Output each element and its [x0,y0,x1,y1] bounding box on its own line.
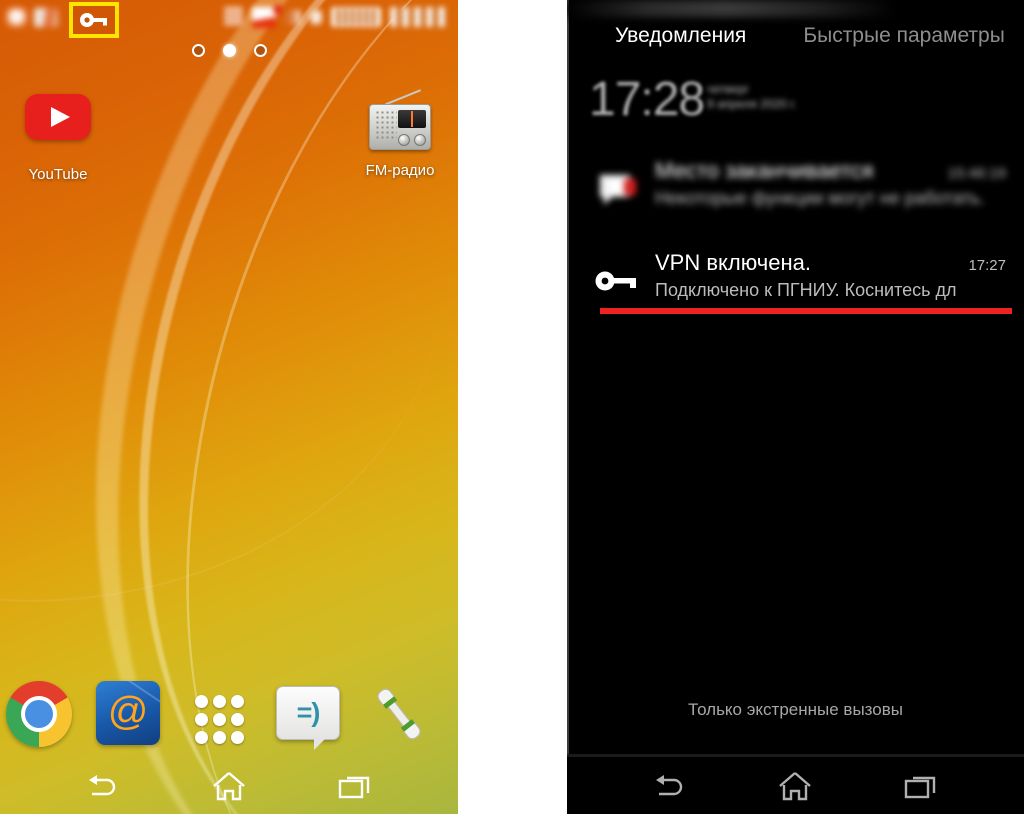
notification-title-row: VPN включена. 17:27 [655,250,1010,276]
blurred-icon-5 [285,9,301,25]
app-youtube[interactable]: YouTube [2,84,114,183]
app-label-youtube: YouTube [28,166,88,183]
home-icon [213,771,245,800]
blurred-icon-3 [224,7,243,27]
right-navigation-bar [567,757,1024,814]
dock-item-app-drawer[interactable] [186,681,256,751]
home-dock: @ =) [0,673,458,757]
notification-icon-wrap [581,152,655,228]
right-phone-notification-shade: Уведомления Быстрые параметры 17:28 четв… [567,0,1024,814]
page-indicator [0,44,458,57]
notification-icon-wrap [581,244,655,318]
home-icon [779,771,812,800]
back-icon [655,774,683,795]
notification-time: 15:46:19 [947,165,1006,182]
status-bar-right-icons [224,4,452,28]
notification-vpn[interactable]: VPN включена. 17:27 Подключено к ПГНИУ. … [567,244,1024,318]
page-dot-3[interactable] [253,44,267,57]
fm-radio-icon [367,89,433,156]
dock-item-phone[interactable] [366,681,436,751]
recents-icon [338,776,370,798]
status-bar-left-icons [6,7,58,27]
youtube-icon [25,94,91,160]
back-icon [89,774,116,795]
vpn-status-icon-highlight [69,2,119,38]
shade-clock-time: 17:28 [589,73,705,126]
notification-subtitle: Подключено к ПГНИУ. Коснитесь дл [655,280,957,300]
recents-icon [904,776,936,798]
screenshot-root: YouTube FM-радио @ =) Уведомления Быстры… [0,0,1024,814]
app-drawer-icon [186,681,252,747]
shade-date-full: 9 апреля 2020 г. [707,97,797,111]
home-button[interactable] [767,767,823,805]
notification-subtitle: Некоторые функции могут не работать. [655,188,985,208]
messaging-face-label: =) [296,697,321,728]
home-button[interactable] [201,767,257,805]
chrome-icon [6,681,72,747]
app-label-fm-radio: FM-радио [365,162,435,179]
shade-clock-block: 17:28 четверг 9 апреля 2020 г. [589,73,796,126]
dock-item-chrome[interactable] [6,681,76,751]
shade-clock-date: четверг 9 апреля 2020 г. [707,82,796,112]
emergency-calls-status: Только экстренные вызовы [688,700,903,719]
recents-button[interactable] [327,767,383,805]
notification-time: 17:27 [968,257,1006,274]
blurred-icon-6 [310,9,322,25]
phone-icon [377,688,421,740]
tab-quick-settings[interactable]: Быстрые параметры [803,24,1005,48]
battery-icon [331,7,381,27]
notification-title: Место заканчивается [655,158,874,183]
page-dot-2-active[interactable] [222,44,236,57]
status-bar-clock [390,7,448,27]
messaging-icon: =) [276,686,340,750]
notification-body: VPN включена. 17:27 Подключено к ПГНИУ. … [655,244,1010,318]
back-button[interactable] [642,767,698,805]
left-navigation-bar [0,757,458,814]
annotation-red-underline [600,308,1012,314]
notification-title: VPN включена. [655,250,811,275]
dock-item-messaging[interactable]: =) [276,681,346,751]
app-fm-radio[interactable]: FM-радио [344,84,456,179]
page-dot-1[interactable] [191,44,205,57]
key-icon [595,271,636,291]
back-button[interactable] [75,767,131,805]
blurred-icon-2 [34,7,58,27]
shade-left-edge [567,0,569,814]
tab-notifications[interactable]: Уведомления [615,24,746,48]
shade-date-weekday: четверг [707,82,750,96]
left-phone-home-screen: YouTube FM-радио @ =) [0,0,458,814]
shade-tabs: Уведомления Быстрые параметры [567,14,1024,58]
dock-item-email[interactable]: @ [96,681,166,751]
blurred-icon-1 [6,7,27,27]
notification-body: Место заканчивается 15:46:19 Некоторые ф… [655,152,1010,228]
home-app-row: YouTube FM-радио [0,84,458,183]
recents-button[interactable] [893,767,949,805]
key-icon [80,13,107,27]
email-icon: @ [96,681,160,745]
blurred-icon-4 [252,4,283,28]
message-bubble-icon [600,175,636,205]
notification-title-row: Место заканчивается 15:46:19 [655,158,1010,184]
notification-redacted[interactable]: Место заканчивается 15:46:19 Некоторые ф… [567,152,1024,228]
